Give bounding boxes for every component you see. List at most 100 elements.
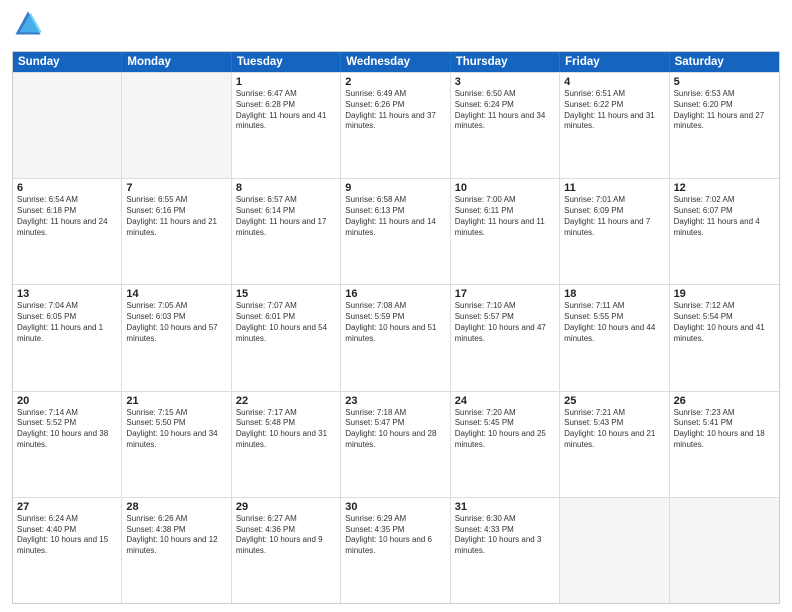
day-number: 11 (564, 182, 664, 194)
cell-details: Sunrise: 6:49 AM Sunset: 6:26 PM Dayligh… (345, 89, 445, 132)
cell-details: Sunrise: 7:14 AM Sunset: 5:52 PM Dayligh… (17, 408, 117, 451)
page-header (12, 10, 780, 43)
cell-details: Sunrise: 6:58 AM Sunset: 6:13 PM Dayligh… (345, 195, 445, 238)
cal-cell: 23Sunrise: 7:18 AM Sunset: 5:47 PM Dayli… (341, 392, 450, 497)
cal-cell: 27Sunrise: 6:24 AM Sunset: 4:40 PM Dayli… (13, 498, 122, 603)
day-number: 28 (126, 501, 226, 513)
cell-details: Sunrise: 7:23 AM Sunset: 5:41 PM Dayligh… (674, 408, 775, 451)
day-number: 30 (345, 501, 445, 513)
cell-details: Sunrise: 6:53 AM Sunset: 6:20 PM Dayligh… (674, 89, 775, 132)
header-day-saturday: Saturday (670, 52, 779, 72)
cal-cell: 22Sunrise: 7:17 AM Sunset: 5:48 PM Dayli… (232, 392, 341, 497)
cell-details: Sunrise: 6:30 AM Sunset: 4:33 PM Dayligh… (455, 514, 555, 557)
cal-cell: 6Sunrise: 6:54 AM Sunset: 6:18 PM Daylig… (13, 179, 122, 284)
day-number: 2 (345, 76, 445, 88)
cal-cell: 2Sunrise: 6:49 AM Sunset: 6:26 PM Daylig… (341, 73, 450, 178)
day-number: 10 (455, 182, 555, 194)
calendar-row-5: 27Sunrise: 6:24 AM Sunset: 4:40 PM Dayli… (13, 497, 779, 603)
cal-cell (13, 73, 122, 178)
cell-details: Sunrise: 7:07 AM Sunset: 6:01 PM Dayligh… (236, 301, 336, 344)
day-number: 7 (126, 182, 226, 194)
cal-cell: 30Sunrise: 6:29 AM Sunset: 4:35 PM Dayli… (341, 498, 450, 603)
logo-icon (14, 10, 42, 38)
cell-details: Sunrise: 6:24 AM Sunset: 4:40 PM Dayligh… (17, 514, 117, 557)
cal-cell: 14Sunrise: 7:05 AM Sunset: 6:03 PM Dayli… (122, 285, 231, 390)
cell-details: Sunrise: 7:02 AM Sunset: 6:07 PM Dayligh… (674, 195, 775, 238)
cal-cell: 25Sunrise: 7:21 AM Sunset: 5:43 PM Dayli… (560, 392, 669, 497)
cal-cell: 26Sunrise: 7:23 AM Sunset: 5:41 PM Dayli… (670, 392, 779, 497)
header-day-wednesday: Wednesday (341, 52, 450, 72)
cell-details: Sunrise: 7:12 AM Sunset: 5:54 PM Dayligh… (674, 301, 775, 344)
cal-cell: 24Sunrise: 7:20 AM Sunset: 5:45 PM Dayli… (451, 392, 560, 497)
cell-details: Sunrise: 6:29 AM Sunset: 4:35 PM Dayligh… (345, 514, 445, 557)
day-number: 20 (17, 395, 117, 407)
day-number: 14 (126, 288, 226, 300)
calendar-row-2: 6Sunrise: 6:54 AM Sunset: 6:18 PM Daylig… (13, 178, 779, 284)
cell-details: Sunrise: 6:47 AM Sunset: 6:28 PM Dayligh… (236, 89, 336, 132)
cell-details: Sunrise: 7:20 AM Sunset: 5:45 PM Dayligh… (455, 408, 555, 451)
cell-details: Sunrise: 7:17 AM Sunset: 5:48 PM Dayligh… (236, 408, 336, 451)
cell-details: Sunrise: 7:04 AM Sunset: 6:05 PM Dayligh… (17, 301, 117, 344)
cell-details: Sunrise: 6:50 AM Sunset: 6:24 PM Dayligh… (455, 89, 555, 132)
cal-cell: 17Sunrise: 7:10 AM Sunset: 5:57 PM Dayli… (451, 285, 560, 390)
header-day-sunday: Sunday (13, 52, 122, 72)
header-day-friday: Friday (560, 52, 669, 72)
cell-details: Sunrise: 7:05 AM Sunset: 6:03 PM Dayligh… (126, 301, 226, 344)
day-number: 17 (455, 288, 555, 300)
cal-cell: 31Sunrise: 6:30 AM Sunset: 4:33 PM Dayli… (451, 498, 560, 603)
day-number: 3 (455, 76, 555, 88)
cal-cell: 7Sunrise: 6:55 AM Sunset: 6:16 PM Daylig… (122, 179, 231, 284)
day-number: 18 (564, 288, 664, 300)
cal-cell: 29Sunrise: 6:27 AM Sunset: 4:36 PM Dayli… (232, 498, 341, 603)
day-number: 12 (674, 182, 775, 194)
day-number: 25 (564, 395, 664, 407)
cal-cell: 5Sunrise: 6:53 AM Sunset: 6:20 PM Daylig… (670, 73, 779, 178)
day-number: 23 (345, 395, 445, 407)
cell-details: Sunrise: 6:51 AM Sunset: 6:22 PM Dayligh… (564, 89, 664, 132)
cal-cell (560, 498, 669, 603)
day-number: 19 (674, 288, 775, 300)
header-day-monday: Monday (122, 52, 231, 72)
cal-cell (122, 73, 231, 178)
header-day-tuesday: Tuesday (232, 52, 341, 72)
day-number: 29 (236, 501, 336, 513)
cal-cell: 11Sunrise: 7:01 AM Sunset: 6:09 PM Dayli… (560, 179, 669, 284)
cell-details: Sunrise: 7:15 AM Sunset: 5:50 PM Dayligh… (126, 408, 226, 451)
cell-details: Sunrise: 6:27 AM Sunset: 4:36 PM Dayligh… (236, 514, 336, 557)
cal-cell: 20Sunrise: 7:14 AM Sunset: 5:52 PM Dayli… (13, 392, 122, 497)
cal-cell: 19Sunrise: 7:12 AM Sunset: 5:54 PM Dayli… (670, 285, 779, 390)
day-number: 5 (674, 76, 775, 88)
day-number: 21 (126, 395, 226, 407)
cal-cell: 1Sunrise: 6:47 AM Sunset: 6:28 PM Daylig… (232, 73, 341, 178)
day-number: 1 (236, 76, 336, 88)
calendar-body: 1Sunrise: 6:47 AM Sunset: 6:28 PM Daylig… (13, 72, 779, 603)
cal-cell: 13Sunrise: 7:04 AM Sunset: 6:05 PM Dayli… (13, 285, 122, 390)
cell-details: Sunrise: 6:26 AM Sunset: 4:38 PM Dayligh… (126, 514, 226, 557)
cal-cell: 9Sunrise: 6:58 AM Sunset: 6:13 PM Daylig… (341, 179, 450, 284)
cell-details: Sunrise: 7:01 AM Sunset: 6:09 PM Dayligh… (564, 195, 664, 238)
day-number: 26 (674, 395, 775, 407)
cell-details: Sunrise: 7:08 AM Sunset: 5:59 PM Dayligh… (345, 301, 445, 344)
cal-cell: 18Sunrise: 7:11 AM Sunset: 5:55 PM Dayli… (560, 285, 669, 390)
cell-details: Sunrise: 7:21 AM Sunset: 5:43 PM Dayligh… (564, 408, 664, 451)
cell-details: Sunrise: 7:18 AM Sunset: 5:47 PM Dayligh… (345, 408, 445, 451)
day-number: 6 (17, 182, 117, 194)
cal-cell: 16Sunrise: 7:08 AM Sunset: 5:59 PM Dayli… (341, 285, 450, 390)
cal-cell: 28Sunrise: 6:26 AM Sunset: 4:38 PM Dayli… (122, 498, 231, 603)
cal-cell: 10Sunrise: 7:00 AM Sunset: 6:11 PM Dayli… (451, 179, 560, 284)
cal-cell: 12Sunrise: 7:02 AM Sunset: 6:07 PM Dayli… (670, 179, 779, 284)
cell-details: Sunrise: 6:57 AM Sunset: 6:14 PM Dayligh… (236, 195, 336, 238)
day-number: 15 (236, 288, 336, 300)
calendar-row-1: 1Sunrise: 6:47 AM Sunset: 6:28 PM Daylig… (13, 72, 779, 178)
calendar-row-4: 20Sunrise: 7:14 AM Sunset: 5:52 PM Dayli… (13, 391, 779, 497)
cell-details: Sunrise: 6:54 AM Sunset: 6:18 PM Dayligh… (17, 195, 117, 238)
calendar-header: SundayMondayTuesdayWednesdayThursdayFrid… (13, 52, 779, 72)
day-number: 8 (236, 182, 336, 194)
calendar: SundayMondayTuesdayWednesdayThursdayFrid… (12, 51, 780, 604)
cell-details: Sunrise: 7:00 AM Sunset: 6:11 PM Dayligh… (455, 195, 555, 238)
cal-cell: 4Sunrise: 6:51 AM Sunset: 6:22 PM Daylig… (560, 73, 669, 178)
logo (12, 10, 42, 43)
day-number: 9 (345, 182, 445, 194)
day-number: 22 (236, 395, 336, 407)
cell-details: Sunrise: 7:11 AM Sunset: 5:55 PM Dayligh… (564, 301, 664, 344)
